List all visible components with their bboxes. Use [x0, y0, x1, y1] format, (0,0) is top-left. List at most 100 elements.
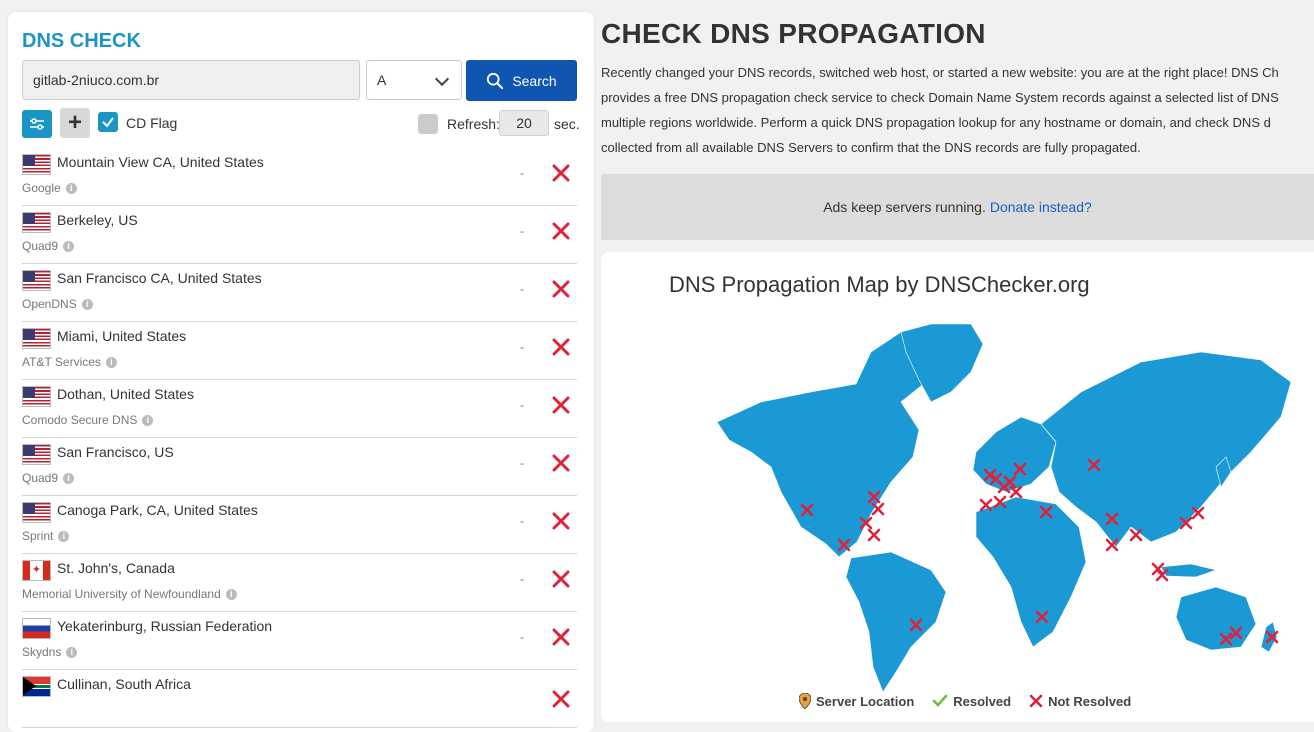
provider-name: AT&T Services	[22, 355, 101, 369]
server-row: Berkeley, US Quad9 i -	[22, 206, 577, 264]
info-icon[interactable]: i	[105, 357, 117, 368]
indonesia-shape	[1160, 563, 1218, 578]
not-resolved-icon	[552, 222, 570, 240]
server-row: Dothan, United States Comodo Secure DNS i…	[22, 380, 577, 438]
us-flag-icon	[22, 328, 51, 349]
us-flag-icon	[22, 270, 51, 291]
server-provider: Skydns i	[22, 645, 78, 659]
server-row: Canoga Park, CA, United States Sprint i -	[22, 496, 577, 554]
south-america-shape	[845, 551, 947, 693]
intro-line: collected from all available DNS Servers…	[601, 140, 1141, 155]
result-value: -	[520, 166, 524, 180]
server-location: San Francisco CA, United States	[57, 270, 262, 286]
info-icon[interactable]: i	[66, 647, 78, 658]
server-location: Yekaterinburg, Russian Federation	[57, 618, 273, 634]
server-row: Yekaterinburg, Russian Federation Skydns…	[22, 612, 577, 670]
intro-line: provides a free DNS propagation check se…	[601, 90, 1279, 105]
asia-shape	[1040, 351, 1292, 548]
server-row: Mountain View CA, United States Google i …	[22, 148, 577, 206]
search-icon	[487, 72, 504, 89]
world-map	[716, 323, 1292, 693]
server-row: San Francisco CA, United States OpenDNS i…	[22, 264, 577, 322]
legend-not-resolved-label: Not Resolved	[1048, 693, 1132, 709]
result-value: -	[520, 398, 524, 412]
server-location: Dothan, United States	[57, 386, 194, 402]
provider-name: Quad9	[22, 471, 59, 485]
info-icon[interactable]: i	[63, 473, 75, 484]
server-location: Canoga Park, CA, United States	[57, 502, 258, 518]
sliders-icon	[30, 118, 44, 130]
ad-banner: Ads keep servers running. Donate instead…	[601, 174, 1314, 240]
legend-resolved: Resolved	[932, 693, 1011, 709]
panel-title: DNS CHECK	[22, 30, 141, 52]
page-title: CHECK DNS PROPAGATION	[601, 18, 986, 49]
not-resolved-icon	[552, 396, 570, 414]
dns-check-panel: DNS CHECK gitlab-2niuco.com.br A Search …	[8, 12, 594, 732]
server-location: Cullinan, South Africa	[57, 676, 191, 692]
result-value: -	[520, 514, 524, 528]
server-row: Cullinan, South Africa	[22, 670, 577, 728]
info-icon[interactable]: i	[58, 531, 70, 542]
result-value: -	[520, 224, 524, 238]
info-icon[interactable]: i	[225, 589, 237, 600]
server-location: St. John's, Canada	[57, 560, 175, 576]
server-provider: Memorial University of Newfoundland i	[22, 587, 237, 601]
info-icon[interactable]: i	[63, 241, 75, 252]
search-button-label: Search	[512, 72, 557, 89]
server-provider: Comodo Secure DNS i	[22, 413, 154, 427]
options-row: + CD Flag Refresh: 20 sec.	[22, 108, 580, 138]
not-resolved-icon	[552, 338, 570, 356]
info-icon[interactable]: i	[142, 415, 154, 426]
server-provider: Sprint i	[22, 529, 70, 543]
not-resolved-icon	[552, 512, 570, 530]
not-resolved-icon	[552, 454, 570, 472]
plus-icon: +	[67, 109, 82, 136]
domain-input[interactable]: gitlab-2niuco.com.br	[22, 60, 360, 100]
server-provider: Quad9 i	[22, 471, 75, 485]
server-provider: OpenDNS i	[22, 297, 93, 311]
us-flag-icon	[22, 212, 51, 233]
donate-link[interactable]: Donate instead?	[990, 199, 1092, 215]
result-value: -	[520, 456, 524, 470]
legend-resolved-label: Resolved	[953, 693, 1012, 709]
add-server-button[interactable]: +	[60, 108, 90, 138]
map-card: DNS Propagation Map by DNSChecker.org Se…	[601, 252, 1314, 722]
africa-shape	[975, 496, 1087, 648]
info-icon[interactable]: i	[65, 183, 77, 194]
canada-flag-icon: ✦	[22, 560, 51, 581]
chevron-down-icon	[434, 71, 450, 87]
result-value: -	[520, 572, 524, 586]
server-list: Mountain View CA, United States Google i …	[22, 148, 577, 728]
server-row: Miami, United States AT&T Services i -	[22, 322, 577, 380]
legend-server-label: Server Location	[816, 693, 915, 709]
australia-shape	[1175, 586, 1257, 651]
provider-name: Quad9	[22, 239, 59, 253]
russia-flag-icon	[22, 618, 51, 639]
record-type-select[interactable]: A	[366, 60, 462, 100]
record-type-value: A	[377, 72, 387, 88]
us-flag-icon	[22, 444, 51, 465]
search-button[interactable]: Search	[466, 60, 577, 101]
provider-name: OpenDNS	[22, 297, 77, 311]
info-icon[interactable]: i	[81, 299, 93, 310]
check-icon	[932, 694, 948, 707]
server-provider: Quad9 i	[22, 239, 75, 253]
server-location: Miami, United States	[57, 328, 187, 344]
not-resolved-icon	[552, 164, 570, 182]
settings-button[interactable]	[22, 110, 52, 138]
cd-flag-checkbox[interactable]	[98, 112, 118, 132]
result-value: -	[520, 340, 524, 354]
intro-line: Recently changed your DNS records, switc…	[601, 65, 1279, 80]
result-value: -	[520, 282, 524, 296]
us-flag-icon	[22, 502, 51, 523]
map-pin-icon	[799, 693, 811, 709]
cd-flag-label: CD Flag	[126, 115, 178, 131]
server-provider: Google i	[22, 181, 77, 195]
server-provider: AT&T Services i	[22, 355, 117, 369]
provider-name: Google	[22, 181, 61, 195]
ad-text: Ads keep servers running.	[823, 199, 986, 215]
refresh-interval-input[interactable]: 20	[499, 110, 549, 136]
refresh-checkbox[interactable]	[418, 114, 438, 134]
us-flag-icon	[22, 154, 51, 175]
legend-server-location: Server Location	[799, 693, 914, 709]
